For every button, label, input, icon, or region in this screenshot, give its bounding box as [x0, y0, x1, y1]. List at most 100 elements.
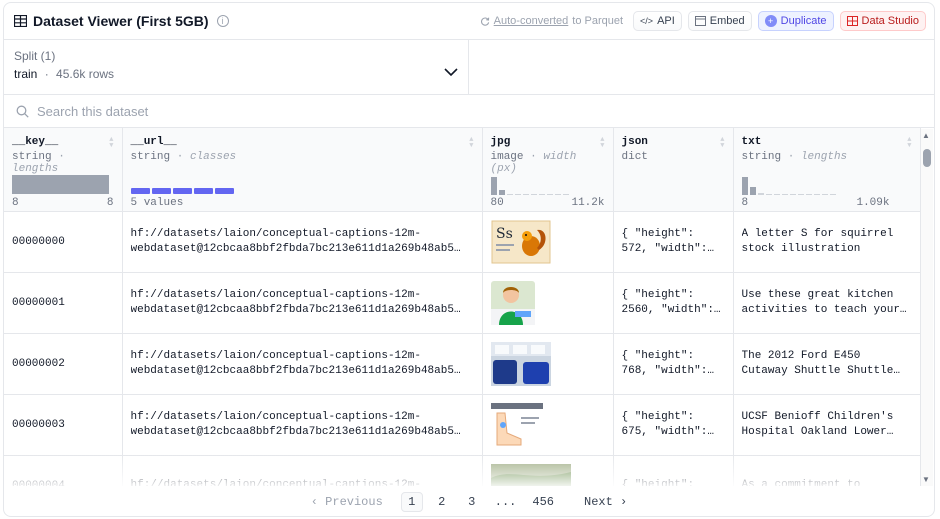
header-row: __key__ string · lengths ▲ ▼ 88 __url__ s… — [4, 128, 921, 212]
class-segment[interactable] — [172, 187, 192, 194]
code-icon: </> — [640, 16, 654, 26]
key-cell[interactable]: 00000001 — [4, 272, 123, 334]
image-cell[interactable] — [482, 455, 614, 487]
table-row[interactable]: 00000003 hf://datasets/laion/conceptual-… — [4, 394, 921, 456]
class-segment[interactable] — [214, 187, 234, 194]
key-cell[interactable]: 00000003 — [4, 394, 123, 456]
key-cell[interactable]: 00000002 — [4, 333, 123, 395]
class-segment[interactable] — [193, 187, 213, 194]
json-cell[interactable]: { "height": 572, "width":… — [613, 211, 734, 273]
stat-min: 8 — [741, 196, 749, 209]
table-row[interactable]: 00000004 hf://datasets/laion/conceptual-… — [4, 455, 921, 487]
parquet-status: Auto-converted to Parquet — [480, 15, 623, 27]
class-segment[interactable] — [151, 187, 171, 194]
column-name: json — [621, 136, 648, 148]
txt-cell[interactable]: UCSF Benioff Children's Hospital Oakland … — [733, 394, 921, 456]
column-header-key[interactable]: __key__ string · lengths ▲ ▼ 88 — [4, 128, 123, 212]
histogram — [741, 175, 836, 195]
url-cell[interactable]: hf://datasets/laion/conceptual-captions-… — [122, 211, 483, 273]
txt-cell[interactable]: Use these great kitchen activities to tea… — [733, 272, 921, 334]
sort-icon[interactable]: ▲ ▼ — [600, 137, 604, 150]
api-label: API — [657, 15, 675, 27]
json-line-1: { "height": — [621, 479, 695, 486]
stat-min: 80 — [490, 196, 504, 209]
image-cell[interactable] — [482, 272, 614, 334]
sort-icon[interactable]: ▲ ▼ — [469, 137, 473, 150]
split-section: Split (1) train · 45.6k rows — [4, 40, 934, 95]
stat-range: 80 11.2k — [491, 197, 605, 209]
table-icon — [14, 15, 27, 27]
json-line-2: 572, "width":… — [621, 242, 714, 255]
url-line-1: hf://datasets/laion/conceptual-captions-… — [130, 227, 421, 240]
previous-button[interactable]: ‹ Previous — [311, 495, 383, 509]
column-header-json[interactable]: json dict ▲ ▼ — [613, 128, 734, 212]
sort-icon[interactable]: ▲ ▼ — [720, 137, 724, 150]
squirrel-thumbnail[interactable]: Ss — [491, 220, 551, 264]
txt-line-2: Cutaway Shuttle Shuttle… — [741, 364, 900, 377]
child-thumbnail[interactable] — [490, 280, 535, 325]
json-cell[interactable]: { "height": 2560, "width":… — [613, 272, 734, 334]
landscape-thumbnail[interactable] — [490, 463, 571, 487]
api-button[interactable]: </> API — [633, 11, 682, 31]
sort-icon[interactable]: ▲ ▼ — [109, 137, 113, 150]
data-studio-icon — [846, 16, 858, 26]
json-cell[interactable]: { "height": 675, "width":… — [613, 394, 734, 456]
previous-label: Previous — [325, 494, 383, 509]
key-cell[interactable]: 00000000 — [4, 211, 123, 273]
column-type: dict — [622, 151, 725, 163]
search-input[interactable] — [37, 103, 437, 119]
embed-label: Embed — [709, 15, 745, 27]
split-value: train · 45.6k rows — [14, 67, 458, 81]
data-studio-button[interactable]: Data Studio — [839, 11, 926, 31]
url-cell[interactable]: hf://datasets/laion/conceptual-captions-… — [122, 394, 483, 456]
split-selector[interactable]: Split (1) train · 45.6k rows — [4, 40, 469, 94]
table-row[interactable]: 00000001 hf://datasets/laion/conceptual-… — [4, 272, 921, 334]
json-cell[interactable]: { "height": — [613, 455, 734, 486]
page-button-1[interactable]: 1 — [400, 491, 423, 512]
image-cell[interactable] — [482, 333, 614, 395]
embed-button[interactable]: Embed — [687, 11, 752, 31]
table-row[interactable]: 00000000 hf://datasets/laion/conceptual-… — [4, 211, 921, 273]
class-segment[interactable] — [130, 187, 150, 194]
search-icon — [16, 105, 29, 118]
scrollbar-thumb[interactable] — [923, 149, 931, 167]
json-line-1: { "height": — [621, 288, 695, 301]
json-cell[interactable]: { "height": 768, "width":… — [613, 333, 734, 395]
txt-cell[interactable]: A letter S for squirrel stock illustratio… — [733, 211, 921, 273]
scroll-up-icon[interactable]: ▲ — [922, 131, 930, 140]
page-button-last[interactable]: 456 — [528, 492, 558, 512]
info-icon[interactable]: i — [216, 15, 229, 27]
json-line-1: { "height": — [621, 410, 695, 423]
image-cell[interactable]: Ss — [482, 211, 614, 273]
duplicate-button[interactable]: + Duplicate — [757, 11, 834, 31]
chevron-down-icon[interactable] — [444, 68, 458, 77]
type-separator: · — [58, 151, 65, 163]
sort-icon[interactable]: ▲ ▼ — [907, 137, 911, 150]
refresh-icon — [480, 17, 489, 26]
column-header-txt[interactable]: txt string · lengths ▲ ▼ 8 1.09k — [733, 128, 921, 212]
key-cell[interactable]: 00000004 — [4, 455, 123, 486]
page-ellipsis: ... — [494, 494, 517, 509]
json-line-2: 2560, "width":… — [621, 303, 721, 316]
image-cell[interactable] — [482, 394, 614, 456]
vertical-scrollbar[interactable]: ▲ ▼ — [921, 129, 933, 486]
page-button-2[interactable]: 2 — [431, 492, 453, 512]
column-dtype: string — [12, 151, 52, 163]
next-button[interactable]: Next › — [584, 495, 627, 509]
foot-thumbnail[interactable] — [490, 402, 543, 447]
scroll-down-icon[interactable]: ▼ — [922, 475, 930, 484]
url-cell[interactable]: hf://datasets/laion/conceptual-captions-… — [122, 272, 483, 334]
txt-cell[interactable]: As a commitment to — [733, 455, 921, 486]
stat-max: 1.09k — [856, 196, 890, 209]
column-header-jpg[interactable]: jpg image · width (px) ▲ ▼ 80 11.2k — [482, 128, 614, 212]
bus-interior-thumbnail[interactable] — [490, 341, 551, 386]
auto-converted-link[interactable]: Auto-converted — [494, 15, 569, 27]
txt-cell[interactable]: The 2012 Ford E450 Cutaway Shuttle Shuttl… — [733, 333, 921, 395]
column-type: image · width (px) — [491, 151, 605, 175]
page-button-3[interactable]: 3 — [461, 492, 483, 512]
url-cell[interactable]: hf://datasets/laion/conceptual-captions-… — [122, 455, 483, 486]
column-header-url[interactable]: __url__ string · classes ▲ ▼ 5 values — [122, 128, 483, 212]
table-row[interactable]: 00000002 hf://datasets/laion/conceptual-… — [4, 333, 921, 395]
column-dtype: image — [490, 151, 524, 163]
url-cell[interactable]: hf://datasets/laion/conceptual-captions-… — [122, 333, 483, 395]
